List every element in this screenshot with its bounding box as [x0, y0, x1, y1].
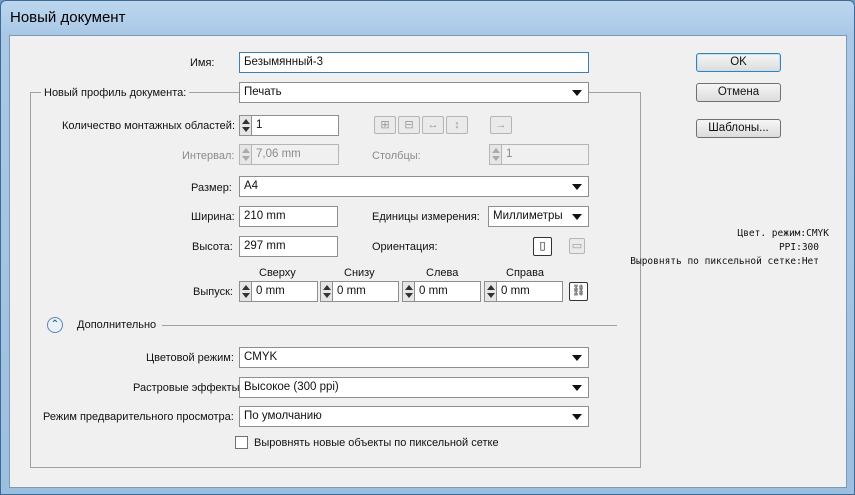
align-pixel-grid-label: Выровнять новые объекты по пиксельной се… — [254, 437, 499, 449]
preview-value: По умолчанию — [244, 410, 322, 422]
height-label: Высота: — [192, 241, 233, 253]
align-pixel-grid-checkbox[interactable] — [235, 436, 248, 449]
templates-button[interactable]: Шаблоны... — [696, 119, 781, 138]
bleed-left-label: Слева — [426, 267, 459, 279]
bleed-top-input[interactable]: 0 mm — [251, 281, 318, 302]
landscape-icon[interactable]: ▭ — [569, 238, 585, 254]
color-mode-value: CMYK — [244, 351, 278, 363]
bleed-bottom-input[interactable]: 0 mm — [332, 281, 399, 302]
bleed-right-label: Справа — [506, 267, 544, 279]
raster-value: Высокое (300 ppi) — [244, 381, 339, 393]
profile-value: Печать — [244, 86, 282, 98]
arrange-by-column-icon[interactable]: ↕ — [446, 116, 468, 134]
arrange-by-row-icon[interactable]: ↔ — [422, 116, 444, 134]
grid-by-column-icon[interactable]: ⊟ — [398, 116, 420, 134]
preview-dropdown[interactable]: По умолчанию — [239, 406, 589, 427]
chevron-down-icon — [572, 90, 582, 96]
summary-pixel-align: Выровнять по пиксельной сетке:Нет — [630, 256, 819, 267]
new-document-dialog: Новый документ Имя: Безымянный-3 Новый п… — [0, 0, 855, 495]
chevron-down-icon — [572, 184, 582, 190]
portrait-icon[interactable]: ▯ — [533, 237, 552, 256]
bleed-right-input[interactable]: 0 mm — [496, 281, 563, 302]
chevron-down-icon — [572, 385, 582, 391]
color-mode-dropdown[interactable]: CMYK — [239, 347, 589, 368]
size-dropdown[interactable]: A4 — [239, 176, 589, 197]
grid-by-row-icon[interactable]: ⊞ — [374, 116, 396, 134]
bleed-bottom-label: Снизу — [344, 267, 375, 279]
chevron-down-icon — [572, 214, 582, 220]
cancel-button[interactable]: Отмена — [696, 83, 781, 102]
bleed-bottom-stepper[interactable] — [320, 281, 332, 302]
name-label: Имя: — [190, 57, 215, 69]
columns-stepper — [489, 144, 501, 165]
size-value: A4 — [244, 180, 259, 192]
bleed-label: Выпуск: — [193, 286, 233, 298]
units-dropdown[interactable]: Миллиметры — [488, 206, 589, 227]
artboards-count-stepper[interactable] — [239, 115, 251, 136]
name-input[interactable]: Безымянный-3 — [239, 52, 589, 73]
size-label: Размер: — [191, 182, 232, 194]
bleed-left-input[interactable]: 0 mm — [414, 281, 481, 302]
raster-label: Растровые эффекты: — [133, 382, 243, 394]
profile-label: Новый профиль документа: — [41, 87, 190, 99]
chevron-down-icon — [572, 355, 582, 361]
dialog-title: Новый документ — [10, 9, 126, 26]
chevron-down-icon — [572, 414, 582, 420]
bleed-right-stepper[interactable] — [484, 281, 496, 302]
bleed-left-stepper[interactable] — [402, 281, 414, 302]
columns-label: Столбцы: — [372, 150, 421, 162]
profile-dropdown[interactable]: Печать — [239, 82, 589, 103]
collapse-up-icon[interactable]: ⌃ — [47, 317, 63, 333]
color-mode-label: Цветовой режим: — [146, 352, 234, 364]
right-to-left-icon[interactable]: → — [490, 116, 512, 134]
columns-input: 1 — [501, 144, 589, 165]
width-input[interactable]: 210 mm — [239, 206, 338, 227]
advanced-label: Дополнительно — [77, 319, 157, 331]
spacing-label: Интервал: — [182, 150, 235, 162]
preview-label: Режим предварительного просмотра: — [43, 411, 234, 423]
spacing-input: 7,06 mm — [251, 144, 339, 165]
advanced-divider — [162, 325, 617, 326]
link-icon[interactable]: ⛓ — [569, 282, 588, 301]
summary-color-mode: Цвет. режим:CMYK — [737, 228, 829, 239]
artboards-count-label: Количество монтажных областей: — [62, 120, 236, 132]
ok-button[interactable]: OK — [696, 53, 781, 72]
orientation-label: Ориентация: — [372, 241, 438, 253]
spacing-stepper — [239, 144, 251, 165]
units-label: Единицы измерения: — [372, 211, 480, 223]
bleed-top-stepper[interactable] — [239, 281, 251, 302]
height-input[interactable]: 297 mm — [239, 236, 338, 257]
artboards-count-input[interactable]: 1 — [251, 115, 339, 136]
width-label: Ширина: — [191, 211, 235, 223]
summary-ppi: PPI:300 — [778, 242, 819, 253]
units-value: Миллиметры — [493, 210, 563, 222]
raster-dropdown[interactable]: Высокое (300 ppi) — [239, 377, 589, 398]
dialog-body: Имя: Безымянный-3 Новый профиль документ… — [9, 35, 847, 488]
bleed-top-label: Сверху — [259, 267, 296, 279]
